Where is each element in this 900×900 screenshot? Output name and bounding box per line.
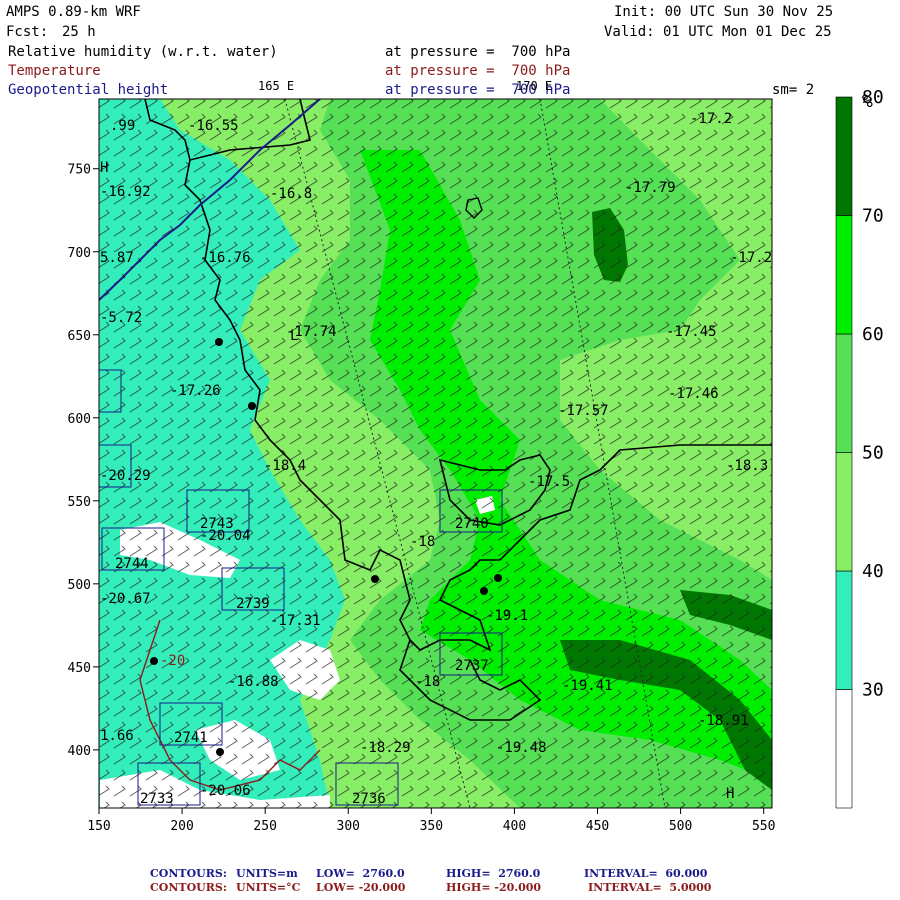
colorbar-segment [835, 570, 853, 690]
map-label: -17.57 [558, 403, 609, 419]
map-label: H [726, 786, 734, 802]
colorbar-unit: % [862, 91, 873, 112]
x-tick-label: 400 [503, 819, 526, 834]
x-axis: 150 200 250 300 350 400 450 500 550 [87, 808, 775, 834]
map-label: -5.72 [100, 310, 142, 326]
map-label: H [100, 160, 108, 176]
map-label: -20.06 [200, 783, 251, 799]
colorbar: 304050607080% [835, 87, 884, 809]
colorbar-segment [835, 333, 853, 453]
map-label: -18.29 [360, 740, 411, 756]
y-tick-label: 700 [68, 246, 91, 261]
map-label: -18.91 [698, 713, 749, 729]
x-tick-label: 250 [253, 819, 276, 834]
map-label: 2741 [174, 730, 208, 746]
map-label: -17.79 [625, 180, 676, 196]
map-label: 2744 [115, 556, 149, 572]
footer-temp-units: UNITS=°C [236, 881, 301, 894]
map-label: -20.04 [200, 528, 251, 544]
map-label: -17.46 [668, 386, 719, 402]
colorbar-segment [835, 96, 853, 216]
colorbar-label: 30 [862, 680, 884, 701]
map-label: 2736 [352, 791, 386, 807]
map-label: 1.66 [100, 728, 134, 744]
map-label: -20.29 [100, 468, 151, 484]
y-tick-label: 650 [68, 329, 91, 344]
y-tick-label: 400 [68, 744, 91, 759]
map-label: -20.67 [100, 591, 151, 607]
map-label: -16.55 [188, 118, 239, 134]
map-label: -16.8 [270, 186, 312, 202]
footer-temp-label: CONTOURS: [150, 881, 227, 894]
x-tick-label: 550 [752, 819, 775, 834]
y-tick-label: 550 [68, 495, 91, 510]
footer-temp-high: HIGH= -20.000 [446, 881, 542, 894]
y-tick-label: 450 [68, 661, 91, 676]
map-label: L [290, 328, 298, 344]
x-tick-label: 500 [669, 819, 692, 834]
y-axis: 400 450 500 550 600 650 700 750 [68, 163, 99, 759]
map-label: -17.2 [690, 111, 732, 127]
map-label: -16.76 [200, 250, 251, 266]
footer-temp-low: LOW= -20.000 [316, 881, 406, 894]
map-label: -17.5 [528, 474, 570, 490]
map-label: .99 [110, 118, 135, 134]
map-label: -19.48 [496, 740, 547, 756]
map-label: 2733 [140, 791, 174, 807]
map-label: 5.87 [100, 250, 134, 266]
map-label: -20 [160, 653, 185, 669]
x-tick-label: 300 [337, 819, 360, 834]
map-label: 2737 [455, 658, 489, 674]
map-label: -19.41 [562, 678, 613, 694]
x-tick-label: 200 [170, 819, 193, 834]
colorbar-segment [835, 452, 853, 572]
map-label: -18.3 [726, 458, 768, 474]
map-label: -17.45 [666, 324, 717, 340]
map-label: -17.31 [270, 613, 321, 629]
colorbar-label: 40 [862, 561, 884, 582]
y-tick-label: 750 [68, 163, 91, 178]
colorbar-label: 70 [862, 206, 884, 227]
map-label: -17.26 [170, 383, 221, 399]
colorbar-label: 60 [862, 324, 884, 345]
map-label: -19.1 [486, 608, 528, 624]
map-label: -16.88 [228, 674, 279, 690]
y-tick-label: 600 [68, 412, 91, 427]
map-label: 2739 [236, 596, 270, 612]
map-label: -18.4 [264, 458, 306, 474]
map-label: -16.92 [100, 184, 151, 200]
map-label: -18 [410, 534, 435, 550]
footer-temp-interval: INTERVAL= 5.0000 [588, 881, 712, 894]
map-label: -18 [415, 674, 440, 690]
colorbar-segment [835, 689, 853, 809]
map-plot: .99 -16.55 -17.2 H -16.92 -16.8 -17.79 -… [68, 87, 884, 834]
map-label: 2740 [455, 516, 489, 532]
x-tick-label: 150 [87, 819, 110, 834]
colorbar-segment [835, 215, 853, 335]
x-tick-label: 450 [586, 819, 609, 834]
weather-map-figure: AMPS 0.89-km WRF Fcst: 25 h Init: 00 UTC… [0, 0, 900, 900]
y-tick-label: 500 [68, 578, 91, 593]
map-label: -17.2 [730, 250, 772, 266]
x-tick-label: 350 [420, 819, 443, 834]
colorbar-label: 50 [862, 443, 884, 464]
